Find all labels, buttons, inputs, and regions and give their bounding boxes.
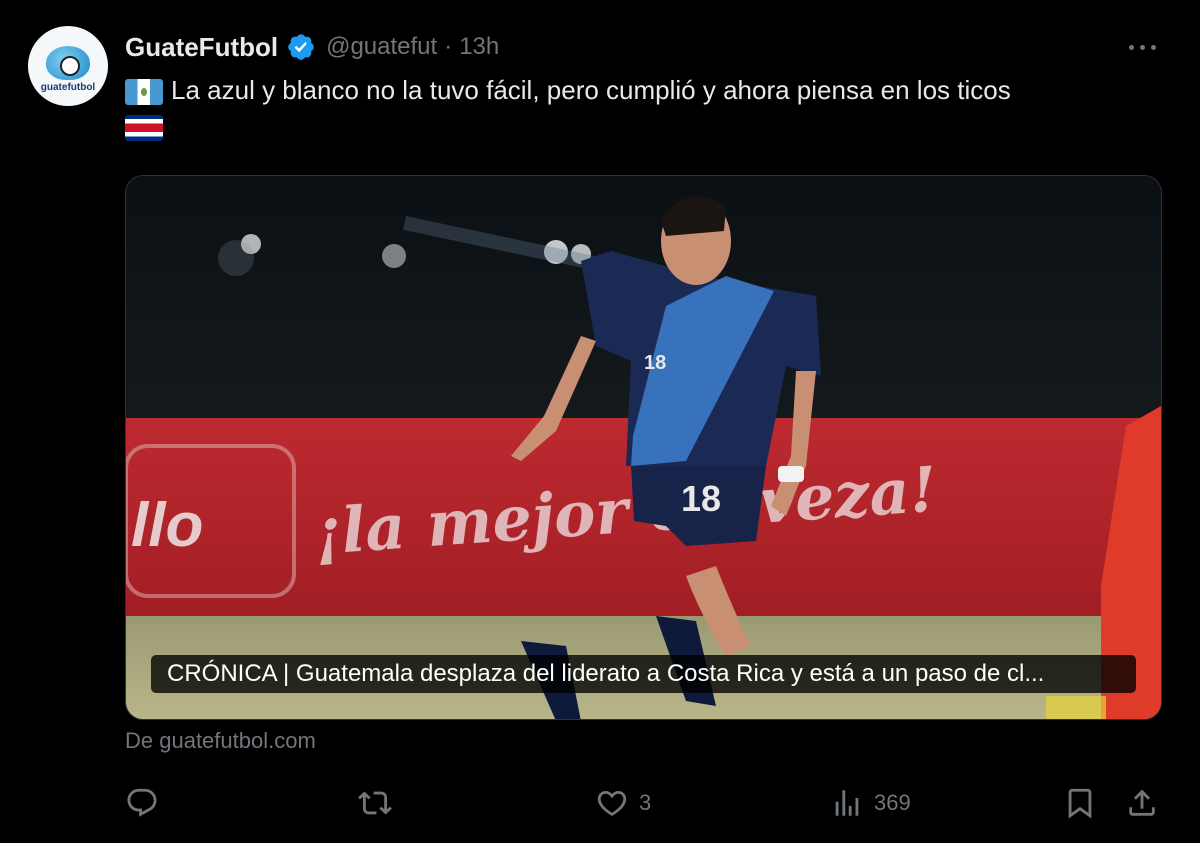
costa-rica-flag-icon: [125, 115, 163, 142]
handle[interactable]: @guatefut: [326, 33, 437, 61]
tweet-header: GuateFutbol @guatefut · 13h: [125, 30, 499, 64]
reply-button[interactable]: [125, 782, 169, 824]
views-count: 369: [874, 790, 911, 815]
like-count: 3: [639, 790, 652, 815]
action-bar: 3 369: [125, 782, 1165, 824]
views-button[interactable]: 369: [830, 782, 911, 824]
views-chart-icon: [835, 790, 859, 816]
ad-brand-text: llo: [131, 491, 203, 560]
tweet: guatefutbol GuateFutbol @guatefut · 13h …: [0, 0, 1200, 843]
more-options-icon[interactable]: [1124, 36, 1160, 58]
reply-icon: [127, 788, 157, 817]
avatar[interactable]: guatefutbol: [28, 26, 108, 106]
card-source[interactable]: De guatefutbol.com: [125, 728, 316, 754]
separator-dot: ·: [444, 33, 453, 60]
avatar-logo-text: guatefutbol: [40, 81, 96, 93]
like-button[interactable]: 3: [595, 782, 651, 824]
guatemala-flag-icon: [125, 79, 163, 106]
display-name[interactable]: GuateFutbol: [125, 32, 278, 63]
share-button[interactable]: [1125, 782, 1159, 824]
tweet-text-content: La azul y blanco no la tuvo fácil, pero …: [171, 75, 1011, 105]
soccer-ball-icon: [46, 45, 90, 80]
bookmark-button[interactable]: [1063, 782, 1097, 824]
jersey-number: 18: [681, 478, 721, 519]
share-icon: [1129, 789, 1155, 816]
more-dot: [1139, 44, 1145, 50]
article-photo: llo ¡la mejor cerveza! 18 18: [126, 176, 1161, 719]
jersey-number-chest: 18: [644, 352, 666, 374]
timestamp[interactable]: 13h: [459, 33, 499, 61]
more-dot: [1128, 44, 1134, 50]
tweet-text: La azul y blanco no la tuvo fácil, pero …: [125, 72, 1175, 144]
retweet-icon: [358, 791, 392, 815]
more-dot: [1150, 44, 1156, 50]
bookmark-icon: [1068, 788, 1092, 819]
retweet-button[interactable]: [358, 782, 402, 824]
verified-badge-icon[interactable]: [286, 32, 316, 62]
card-caption[interactable]: CRÓNICA | Guatemala desplaza del liderat…: [151, 655, 1136, 693]
link-card[interactable]: llo ¡la mejor cerveza! 18 18 CRÓNICA | G…: [125, 175, 1162, 720]
heart-icon: [597, 790, 627, 816]
